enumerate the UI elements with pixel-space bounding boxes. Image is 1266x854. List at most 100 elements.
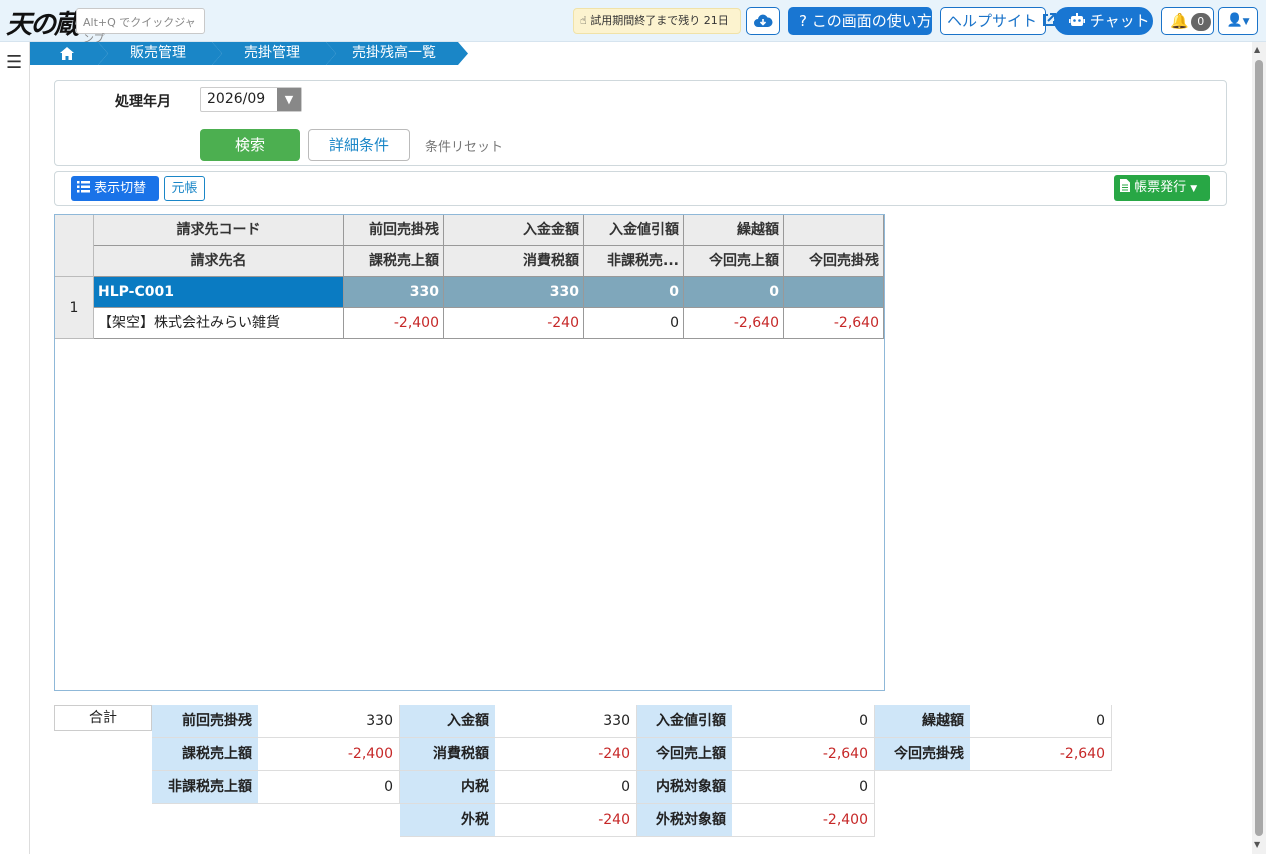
breadcrumb-sales[interactable]: 販売管理	[98, 42, 222, 65]
total-key: 課税売上額	[152, 738, 258, 771]
cloud-download-icon	[754, 14, 773, 27]
question-icon: ?	[799, 12, 807, 30]
scroll-thumb[interactable]	[1255, 60, 1263, 836]
cell-customer-code[interactable]: HLP-C001	[94, 277, 344, 308]
search-panel: 処理年月 2026/09 ▼ 検索 詳細条件 条件リセット	[54, 80, 1227, 166]
trial-badge[interactable]: ☝ 試用期間終了まで残り 21日	[573, 8, 741, 34]
col-header-current-balance[interactable]: 今回売掛残	[784, 246, 884, 277]
total-value: -240	[495, 804, 637, 837]
col-header-blank	[784, 215, 884, 246]
total-value: -2,640	[970, 738, 1112, 771]
total-value: -2,640	[732, 738, 875, 771]
home-icon	[60, 47, 74, 60]
pointer-icon: ☝	[580, 14, 587, 27]
cell-payment[interactable]: 330	[444, 277, 584, 308]
col-header-prev-balance[interactable]: 前回売掛残	[344, 215, 444, 246]
app-logo[interactable]: 天の蔵	[6, 4, 80, 41]
document-icon	[1120, 179, 1130, 192]
col-header-consumption-tax[interactable]: 消費税額	[444, 246, 584, 277]
col-header-customer-code[interactable]: 請求先コード	[94, 215, 344, 246]
total-key: 今回売上額	[637, 738, 732, 771]
cell-consumption-tax[interactable]: -240	[444, 308, 584, 339]
reset-conditions-link[interactable]: 条件リセット	[425, 136, 503, 155]
cell-current-sales[interactable]: -2,640	[684, 308, 784, 339]
vertical-scrollbar[interactable]: ▲ ▼	[1252, 42, 1266, 854]
howto-button[interactable]: ? この画面の使い方	[788, 7, 932, 35]
total-value: 330	[495, 705, 637, 738]
year-month-value: 2026/09	[207, 91, 266, 107]
grid-corner	[55, 215, 94, 277]
display-toggle-button[interactable]: 表示切替	[71, 176, 159, 201]
total-key: 前回売掛残	[152, 705, 258, 738]
breadcrumb-balance-list[interactable]: 売掛残高一覧	[326, 42, 468, 65]
total-value: 0	[495, 771, 637, 804]
ledger-button[interactable]: 元帳	[164, 176, 205, 201]
col-header-carryover[interactable]: 繰越額	[684, 215, 784, 246]
cell-taxable-sales[interactable]: -2,400	[344, 308, 444, 339]
caret-down-icon: ▼	[1242, 17, 1250, 27]
total-key: 非課税売上額	[152, 771, 258, 804]
breadcrumb-label: 売掛残高一覧	[352, 45, 436, 61]
hamburger-menu-icon[interactable]: ☰	[6, 52, 22, 73]
scroll-down-icon[interactable]: ▼	[1254, 840, 1260, 849]
cell-prev-balance[interactable]: 330	[344, 277, 444, 308]
total-key: 外税対象額	[637, 804, 732, 837]
bell-icon: 🔔	[1170, 12, 1189, 30]
cell-current-balance[interactable]: -2,640	[784, 308, 884, 339]
trial-text: 試用期間終了まで残り 21日	[590, 14, 729, 27]
list-icon	[77, 181, 90, 193]
report-issue-button[interactable]: 帳票発行 ▼	[1114, 175, 1210, 201]
scroll-up-icon[interactable]: ▲	[1254, 45, 1260, 54]
top-bar: 天の蔵 Alt+Q でクイックジャンプ ☝ 試用期間終了まで残り 21日 ? こ…	[0, 0, 1266, 45]
total-value: -2,400	[258, 738, 400, 771]
col-header-taxable-sales[interactable]: 課税売上額	[344, 246, 444, 277]
total-value: 0	[970, 705, 1112, 738]
quickjump-input[interactable]: Alt+Q でクイックジャンプ	[76, 8, 205, 45]
total-key: 入金額	[400, 705, 495, 738]
breadcrumb-receivables[interactable]: 売掛管理	[212, 42, 336, 65]
dropdown-arrow-icon[interactable]: ▼	[277, 88, 301, 111]
grid-toolbar: 表示切替 元帳 帳票発行 ▼	[54, 171, 1227, 206]
cloud-download-button[interactable]	[746, 7, 780, 35]
col-header-payment[interactable]: 入金金額	[444, 215, 584, 246]
total-value: 330	[258, 705, 400, 738]
total-key: 消費税額	[400, 738, 495, 771]
search-button[interactable]: 検索	[200, 129, 300, 161]
caret-down-icon: ▼	[1190, 184, 1198, 194]
cell-payment-discount[interactable]: 0	[584, 277, 684, 308]
howto-label: この画面の使い方	[811, 12, 932, 30]
total-key: 繰越額	[875, 705, 970, 738]
total-key: 入金値引額	[637, 705, 732, 738]
col-header-current-sales[interactable]: 今回売上額	[684, 246, 784, 277]
col-header-payment-discount[interactable]: 入金値引額	[584, 215, 684, 246]
total-key: 内税対象額	[637, 771, 732, 804]
notification-count: 0	[1190, 12, 1211, 31]
user-icon: 👤	[1226, 13, 1243, 28]
year-month-label: 処理年月	[115, 94, 171, 110]
total-key: 外税	[400, 804, 495, 837]
cell-nontaxable-sales[interactable]: 0	[584, 308, 684, 339]
balance-grid: 請求先コード 前回売掛残 入金金額 入金値引額 繰越額 請求先名 課税売上額 消…	[54, 214, 885, 691]
total-value: -2,400	[732, 804, 875, 837]
breadcrumb-label: 売掛管理	[244, 45, 300, 61]
year-month-select[interactable]: 2026/09 ▼	[200, 87, 302, 112]
notifications-button[interactable]: 🔔 0	[1161, 7, 1214, 35]
breadcrumb-home[interactable]	[30, 42, 108, 65]
col-header-customer-name[interactable]: 請求先名	[94, 246, 344, 277]
help-site-button[interactable]: ヘルプサイト	[940, 7, 1056, 35]
chat-button[interactable]: チャット	[1054, 7, 1153, 35]
cell-customer-name[interactable]: 【架空】株式会社みらい雑貨	[94, 308, 344, 339]
total-key: 内税	[400, 771, 495, 804]
display-toggle-label: 表示切替	[94, 181, 147, 196]
user-menu-button[interactable]: 👤▼	[1218, 7, 1258, 35]
totals-label: 合計	[54, 705, 152, 731]
row-number[interactable]: 1	[55, 277, 94, 339]
cell-blank[interactable]	[784, 277, 884, 308]
cell-carryover[interactable]: 0	[684, 277, 784, 308]
col-header-nontaxable-sales[interactable]: 非課税売...	[584, 246, 684, 277]
detail-conditions-button[interactable]: 詳細条件	[308, 129, 410, 161]
robot-icon	[1069, 13, 1085, 26]
total-value: 0	[258, 771, 400, 804]
total-value: 0	[732, 705, 875, 738]
total-key: 今回売掛残	[875, 738, 970, 771]
